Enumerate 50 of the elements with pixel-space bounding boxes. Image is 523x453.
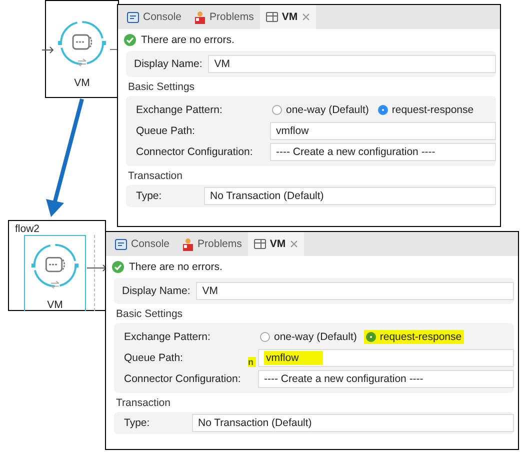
editor-icon	[254, 239, 266, 249]
field-label: Display Name:	[122, 285, 190, 297]
close-icon[interactable]	[290, 240, 298, 248]
check-icon	[124, 34, 136, 46]
display-name-field[interactable]: VM	[196, 282, 514, 300]
section-title: Basic Settings	[115, 307, 184, 322]
console-icon	[115, 238, 127, 250]
queue-path-field[interactable]: vmflow	[270, 122, 496, 140]
section-title: Transaction	[115, 396, 172, 411]
flow-title: flow2	[15, 223, 41, 235]
display-name-field[interactable]: VM	[208, 55, 496, 73]
field-label: Exchange Pattern:	[136, 104, 224, 116]
radio-option[interactable]: one-way (Default)	[258, 330, 359, 344]
section-title: Basic Settings	[127, 80, 196, 95]
view-tab[interactable]: VM	[260, 5, 316, 29]
field-label: Queue Path:	[136, 125, 196, 137]
radio-option[interactable]: request-response	[376, 103, 476, 117]
check-icon	[112, 261, 124, 273]
transaction-type-dropdown[interactable]: No Transaction (Default)	[204, 187, 496, 205]
close-icon[interactable]	[302, 13, 310, 21]
connector-arrow	[87, 264, 107, 272]
view-tab[interactable]: VM	[248, 232, 304, 256]
status-message: There are no errors.	[129, 261, 222, 273]
editor-icon	[266, 12, 278, 22]
section-title: Transaction	[127, 169, 184, 184]
configuration-dropdown[interactable]: ---- Create a new configuration ----	[270, 143, 496, 161]
radio-option[interactable]: one-way (Default)	[270, 103, 371, 117]
field-label: Queue Path:	[124, 352, 184, 364]
node-label: VM	[47, 299, 63, 311]
transaction-type-dropdown[interactable]: No Transaction (Default)	[192, 414, 514, 432]
field-label: Type:	[136, 190, 163, 202]
view-tab[interactable]: Problems	[176, 232, 248, 256]
radio-option[interactable]: request-response	[364, 330, 464, 344]
field-label: Connector Configuration:	[124, 373, 242, 385]
connector-arrow	[42, 46, 54, 54]
problems-icon	[182, 238, 194, 250]
field-label: Connector Configuration:	[136, 146, 254, 158]
console-icon	[127, 12, 139, 22]
status-message: There are no errors.	[141, 34, 234, 46]
configuration-dropdown[interactable]: ---- Create a new configuration ----	[258, 370, 514, 388]
field-label: Display Name:	[134, 58, 202, 70]
marker-text: n	[248, 357, 256, 367]
field-label: Type:	[124, 417, 151, 429]
view-tab[interactable]: Console	[121, 5, 188, 29]
node-label: VM	[74, 77, 90, 89]
view-tab[interactable]: Console	[109, 232, 176, 256]
field-label: Exchange Pattern:	[124, 331, 212, 343]
problems-icon	[194, 10, 206, 24]
queue-path-field[interactable]: vmflow	[258, 349, 514, 367]
view-tab[interactable]: Problems	[188, 5, 260, 29]
